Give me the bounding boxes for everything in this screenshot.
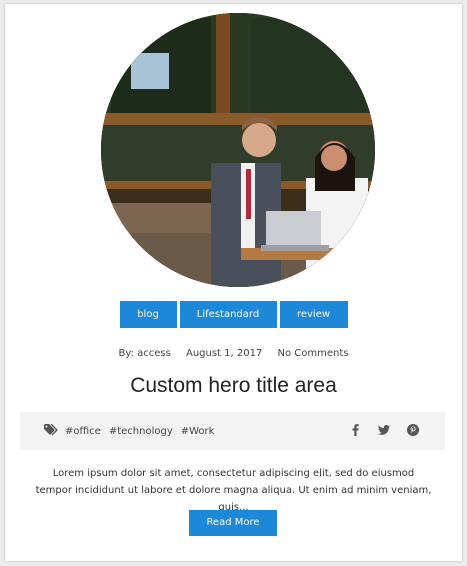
tag-office[interactable]: #office: [65, 426, 101, 437]
featured-image[interactable]: [101, 13, 375, 287]
post-excerpt: Lorem ipsum dolor sit amet, consectetur …: [35, 468, 432, 513]
twitter-icon[interactable]: [378, 423, 390, 437]
author-link[interactable]: By: access: [119, 348, 171, 359]
hero-photo: [101, 13, 375, 287]
category-lifestandard[interactable]: Lifestandard: [179, 301, 277, 328]
tags-icon: [44, 423, 59, 439]
category-review[interactable]: review: [279, 301, 348, 328]
read-more-button[interactable]: Read More: [189, 510, 277, 536]
tag-list: #office #technology #Work: [44, 423, 222, 439]
post-card: blog Lifestandard review By: access Augu…: [5, 4, 462, 561]
facebook-icon[interactable]: [349, 423, 361, 437]
tag-bar: #office #technology #Work: [20, 412, 445, 450]
tag-work[interactable]: #Work: [181, 426, 215, 437]
comments-link[interactable]: No Comments: [278, 348, 349, 359]
pinterest-icon[interactable]: [407, 423, 419, 437]
post-date[interactable]: August 1, 2017: [186, 348, 262, 359]
post-title[interactable]: Custom hero title area: [5, 374, 462, 398]
category-list: blog Lifestandard review: [5, 301, 462, 328]
post-meta: By: access August 1, 2017 No Comments: [5, 348, 462, 359]
tag-technology[interactable]: #technology: [109, 426, 173, 437]
category-blog[interactable]: blog: [119, 301, 177, 328]
social-share: [349, 423, 419, 437]
